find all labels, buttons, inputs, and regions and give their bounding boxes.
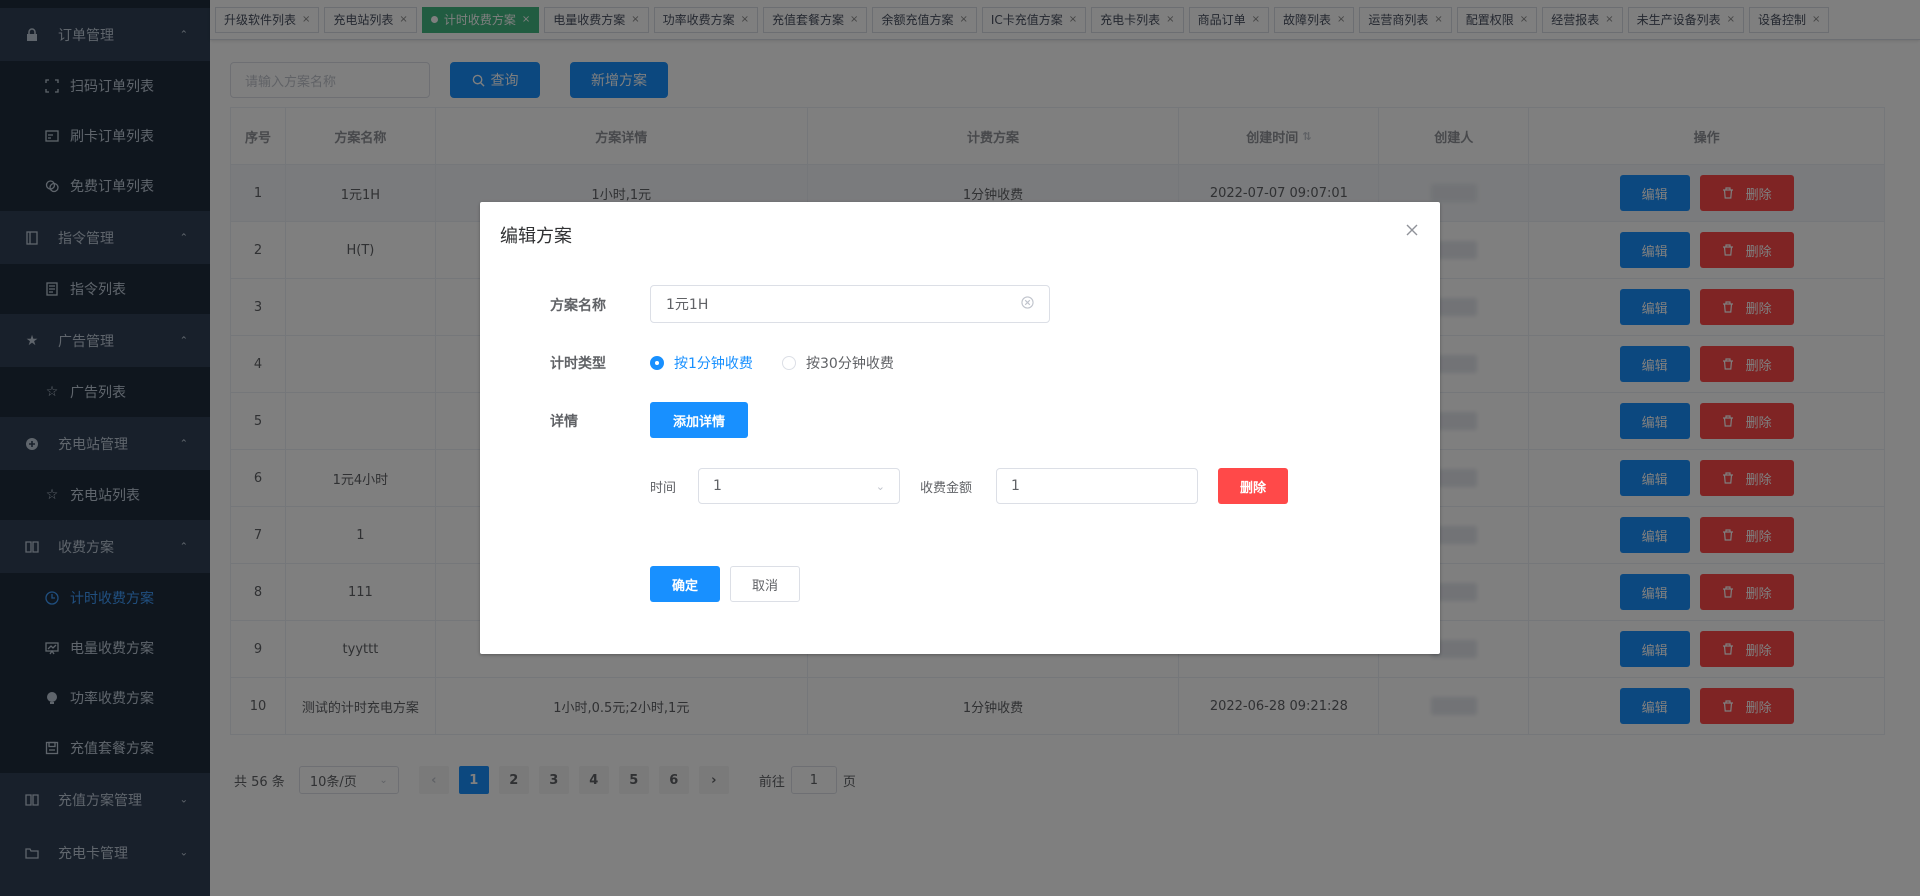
plan-name-label: 方案名称 bbox=[550, 298, 606, 314]
edit-plan-dialog: 编辑方案 方案名称 1元1H 计时类型 按1分钟收费 按30分钟收费 详情 添加… bbox=[480, 202, 1440, 654]
radio-circle-icon bbox=[782, 356, 796, 370]
plan-name-value: 1元1H bbox=[666, 297, 709, 313]
chevron-down-icon: ⌄ bbox=[875, 479, 885, 493]
confirm-button[interactable]: 确定 bbox=[650, 566, 720, 602]
time-label: 时间 bbox=[650, 481, 677, 496]
close-icon[interactable] bbox=[1404, 222, 1420, 238]
radio-label: 按30分钟收费 bbox=[806, 356, 894, 372]
remove-detail-label: 删除 bbox=[1239, 480, 1266, 496]
plan-name-input[interactable]: 1元1H bbox=[650, 285, 1050, 323]
time-value: 1 bbox=[713, 478, 722, 494]
radio-circle-icon bbox=[650, 356, 664, 370]
clear-circle-icon[interactable] bbox=[1021, 295, 1034, 313]
confirm-label: 确定 bbox=[671, 578, 698, 594]
remove-detail-button[interactable]: 删除 bbox=[1218, 468, 1288, 504]
amount-label: 收费金额 bbox=[920, 481, 973, 496]
radio-per-30-minutes[interactable]: 按30分钟收费 bbox=[782, 353, 894, 373]
radio-per-1-minute[interactable]: 按1分钟收费 bbox=[650, 353, 753, 373]
amount-input[interactable]: 1 bbox=[996, 468, 1198, 504]
radio-label: 按1分钟收费 bbox=[674, 356, 753, 372]
amount-value: 1 bbox=[1011, 478, 1020, 494]
timing-type-label: 计时类型 bbox=[550, 356, 606, 372]
detail-label: 详情 bbox=[550, 414, 578, 430]
dialog-title: 编辑方案 bbox=[500, 226, 572, 247]
add-detail-label: 添加详情 bbox=[672, 414, 725, 430]
add-detail-button[interactable]: 添加详情 bbox=[650, 402, 748, 438]
cancel-button[interactable]: 取消 bbox=[730, 566, 800, 602]
time-select[interactable]: 1 ⌄ bbox=[698, 468, 900, 504]
cancel-label: 取消 bbox=[751, 578, 778, 594]
